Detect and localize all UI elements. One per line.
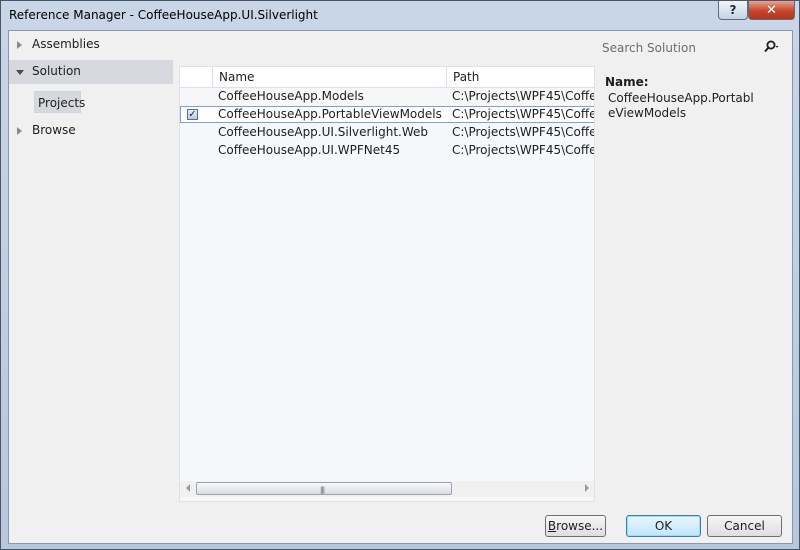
table-row[interactable]: CoffeeHouseApp.UI.WPFNet45 C:\Projects\W… (180, 142, 594, 159)
browse-button[interactable]: Browse... (545, 515, 606, 537)
nav-tree: Assemblies Solution Projects Browse (9, 31, 173, 501)
help-icon: ? (729, 3, 737, 17)
search-input[interactable]: Search Solution (602, 41, 696, 55)
search-box[interactable]: Search Solution (597, 36, 789, 58)
close-icon: ✕ (766, 2, 777, 18)
title-bar[interactable]: Reference Manager - CoffeeHouseApp.UI.Si… (1, 1, 799, 31)
expand-arrow-icon[interactable] (17, 41, 22, 49)
column-header-path: Path (453, 70, 480, 84)
scroll-right-icon[interactable] (585, 484, 589, 492)
reference-manager-window: Reference Manager - CoffeeHouseApp.UI.Si… (0, 0, 800, 550)
table-row[interactable]: ✓ CoffeeHouseApp.PortableViewModels C:\P… (180, 106, 594, 123)
window-title: Reference Manager - CoffeeHouseApp.UI.Si… (9, 8, 318, 22)
nav-item-solution[interactable]: Solution (9, 60, 173, 84)
scroll-left-icon[interactable] (186, 484, 190, 492)
column-header-name: Name (219, 70, 255, 84)
search-icon[interactable] (763, 40, 779, 54)
projects-list: Name Path CoffeeHouseApp.Models C:\Proje… (179, 66, 595, 502)
nav-item-label: Assemblies (32, 37, 100, 51)
details-pane: Name: CoffeeHouseApp.PortableViewModels (605, 75, 789, 121)
horizontal-scrollbar[interactable]: ||| (180, 481, 594, 497)
grip-icon: ||| (320, 486, 325, 494)
row-path: C:\Projects\WPF45\CoffeeH (452, 107, 594, 121)
row-path: C:\Projects\WPF45\CoffeeH (452, 125, 594, 139)
details-value: CoffeeHouseApp.PortableViewModels (608, 91, 754, 120)
help-button[interactable]: ? (718, 1, 748, 20)
row-path: C:\Projects\WPF45\CoffeeH (452, 89, 594, 103)
nav-subitem-label: Projects (38, 96, 86, 110)
details-label: Name: (605, 75, 649, 89)
table-row[interactable]: CoffeeHouseApp.UI.Silverlight.Web C:\Pro… (180, 124, 594, 141)
browse-mnemonic: B (547, 519, 557, 533)
collapse-arrow-icon[interactable] (16, 70, 24, 75)
cancel-button[interactable]: Cancel (707, 515, 782, 537)
browse-label: rowse... (556, 519, 604, 533)
dialog-body: Assemblies Solution Projects Browse Sear… (8, 30, 793, 544)
header-checkbox-column[interactable] (180, 67, 213, 87)
row-name: CoffeeHouseApp.Models (218, 89, 364, 103)
close-button[interactable]: ✕ (748, 1, 795, 20)
nav-item-label: Browse (32, 123, 76, 137)
cancel-label: Cancel (724, 519, 765, 533)
nav-item-label: Solution (32, 64, 81, 78)
ok-label: OK (654, 519, 673, 533)
nav-item-assemblies[interactable]: Assemblies (9, 33, 173, 57)
check-icon: ✓ (188, 109, 197, 120)
nav-item-browse[interactable]: Browse (9, 119, 173, 143)
row-name: CoffeeHouseApp.UI.WPFNet45 (218, 143, 401, 157)
nav-subitem-projects[interactable]: Projects (34, 91, 85, 113)
header-name-column[interactable]: Name (213, 67, 447, 87)
expand-arrow-icon[interactable] (17, 127, 22, 135)
list-header: Name Path (180, 67, 594, 88)
table-row[interactable]: CoffeeHouseApp.Models C:\Projects\WPF45\… (180, 88, 594, 105)
row-checkbox[interactable]: ✓ (187, 109, 198, 120)
row-name: CoffeeHouseApp.UI.Silverlight.Web (218, 125, 429, 139)
row-name: CoffeeHouseApp.PortableViewModels (218, 107, 442, 121)
header-path-column[interactable]: Path (447, 67, 594, 87)
scroll-thumb[interactable]: ||| (196, 482, 452, 495)
ok-button[interactable]: OK (626, 515, 701, 537)
row-path: C:\Projects\WPF45\CoffeeH (452, 143, 594, 157)
